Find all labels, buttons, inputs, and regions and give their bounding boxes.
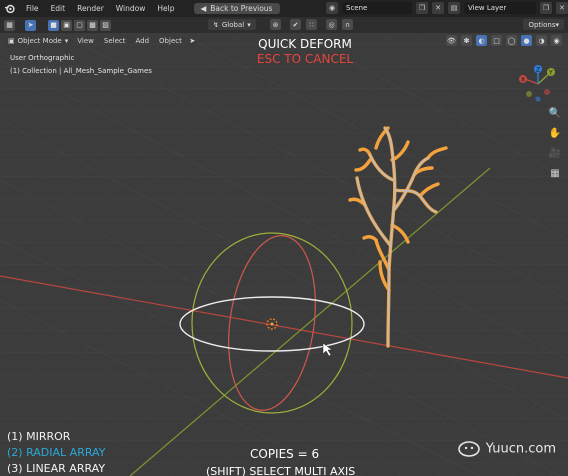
- proportional-edit-icon[interactable]: ◎: [326, 19, 337, 30]
- tool-settings-bar: ▦ ➤ ■ ▣ ▢ ▩ ▨ ↯ Global ▾ ⊛ ✔ ∷ ◎ ∩ Optio…: [0, 17, 568, 33]
- viewport-navigation-tools: 🔍 ✋ 🎥 ▦: [548, 106, 562, 180]
- pan-hand-icon[interactable]: ✋: [548, 126, 562, 140]
- transform-orientation-dropdown[interactable]: ↯ Global ▾: [208, 19, 256, 30]
- chevron-down-icon: ▾: [555, 20, 559, 29]
- menu-file[interactable]: File: [20, 4, 45, 13]
- snap-icon[interactable]: ✔: [290, 19, 301, 30]
- chevron-down-icon: ▾: [247, 20, 251, 29]
- options-button[interactable]: Options ▾: [523, 19, 564, 30]
- copies-count: COPIES = 6: [250, 447, 320, 461]
- deform-options-list: (1) MIRROR (2) RADIAL ARRAY (3) LINEAR A…: [7, 429, 105, 476]
- scene-selector[interactable]: Scene: [342, 2, 412, 14]
- blender-window: File Edit Render Window Help ◀ Back to P…: [0, 0, 568, 476]
- orientation-icon: ↯: [213, 20, 219, 29]
- view-layer-selector[interactable]: View Layer: [464, 2, 536, 14]
- select-invert-mode-icon[interactable]: ▩: [87, 19, 98, 31]
- view-layer-close-icon[interactable]: ✕: [556, 2, 568, 14]
- quick-deform-title: QUICK DEFORM: [258, 37, 352, 51]
- svg-text:X: X: [521, 77, 525, 84]
- select-tool-icon[interactable]: ➤: [25, 19, 36, 31]
- top-menu-bar: File Edit Render Window Help ◀ Back to P…: [0, 0, 568, 17]
- watermark: Yuucn.com: [456, 440, 556, 458]
- svg-text:Z: Z: [536, 67, 540, 74]
- option-mirror[interactable]: (1) MIRROR: [7, 429, 105, 445]
- back-icon: ◀: [200, 4, 207, 13]
- blender-logo-icon[interactable]: [3, 3, 15, 15]
- scene-controls: ◉ Scene ❐ ✕ ▤ View Layer ❐ ✕: [326, 2, 568, 14]
- svg-text:Y: Y: [548, 70, 553, 77]
- camera-view-icon[interactable]: 🎥: [548, 146, 562, 160]
- zoom-icon[interactable]: 🔍: [548, 106, 562, 120]
- navigation-gizmo[interactable]: Y Z X: [514, 62, 562, 102]
- snap-target-icon[interactable]: ∷: [306, 19, 317, 30]
- perspective-toggle-icon[interactable]: ▦: [548, 166, 562, 180]
- menu-window[interactable]: Window: [110, 4, 152, 13]
- view-menu-icon[interactable]: ▦: [4, 19, 15, 31]
- select-extend-mode-icon[interactable]: ▣: [61, 19, 72, 31]
- scene-icon[interactable]: ◉: [326, 2, 338, 14]
- scene-copy-icon[interactable]: ❐: [416, 2, 428, 14]
- scene-close-icon[interactable]: ✕: [432, 2, 444, 14]
- cancel-hint: ESC TO CANCEL: [256, 52, 354, 66]
- option-linear-array[interactable]: (3) LINEAR ARRAY: [7, 461, 105, 476]
- pivot-point-icon[interactable]: ⊛: [270, 19, 281, 30]
- menu-edit[interactable]: Edit: [45, 4, 72, 13]
- back-to-previous-button[interactable]: ◀ Back to Previous: [194, 3, 281, 14]
- option-radial-array[interactable]: (2) RADIAL ARRAY: [7, 445, 105, 461]
- falloff-icon[interactable]: ∩: [342, 19, 353, 30]
- view-layer-copy-icon[interactable]: ❐: [540, 2, 552, 14]
- select-subtract-mode-icon[interactable]: ▢: [74, 19, 85, 31]
- select-intersect-mode-icon[interactable]: ▨: [100, 19, 111, 31]
- collection-label: (1) Collection | All_Mesh_Sample_Games: [10, 67, 152, 75]
- watermark-logo-icon: [457, 441, 480, 457]
- select-box-mode-icon[interactable]: ■: [48, 19, 59, 31]
- menu-help[interactable]: Help: [151, 4, 180, 13]
- shift-hint: (SHIFT) SELECT MULTI AXIS: [206, 465, 356, 476]
- menu-render[interactable]: Render: [71, 4, 110, 13]
- view-layer-icon[interactable]: ▤: [448, 2, 460, 14]
